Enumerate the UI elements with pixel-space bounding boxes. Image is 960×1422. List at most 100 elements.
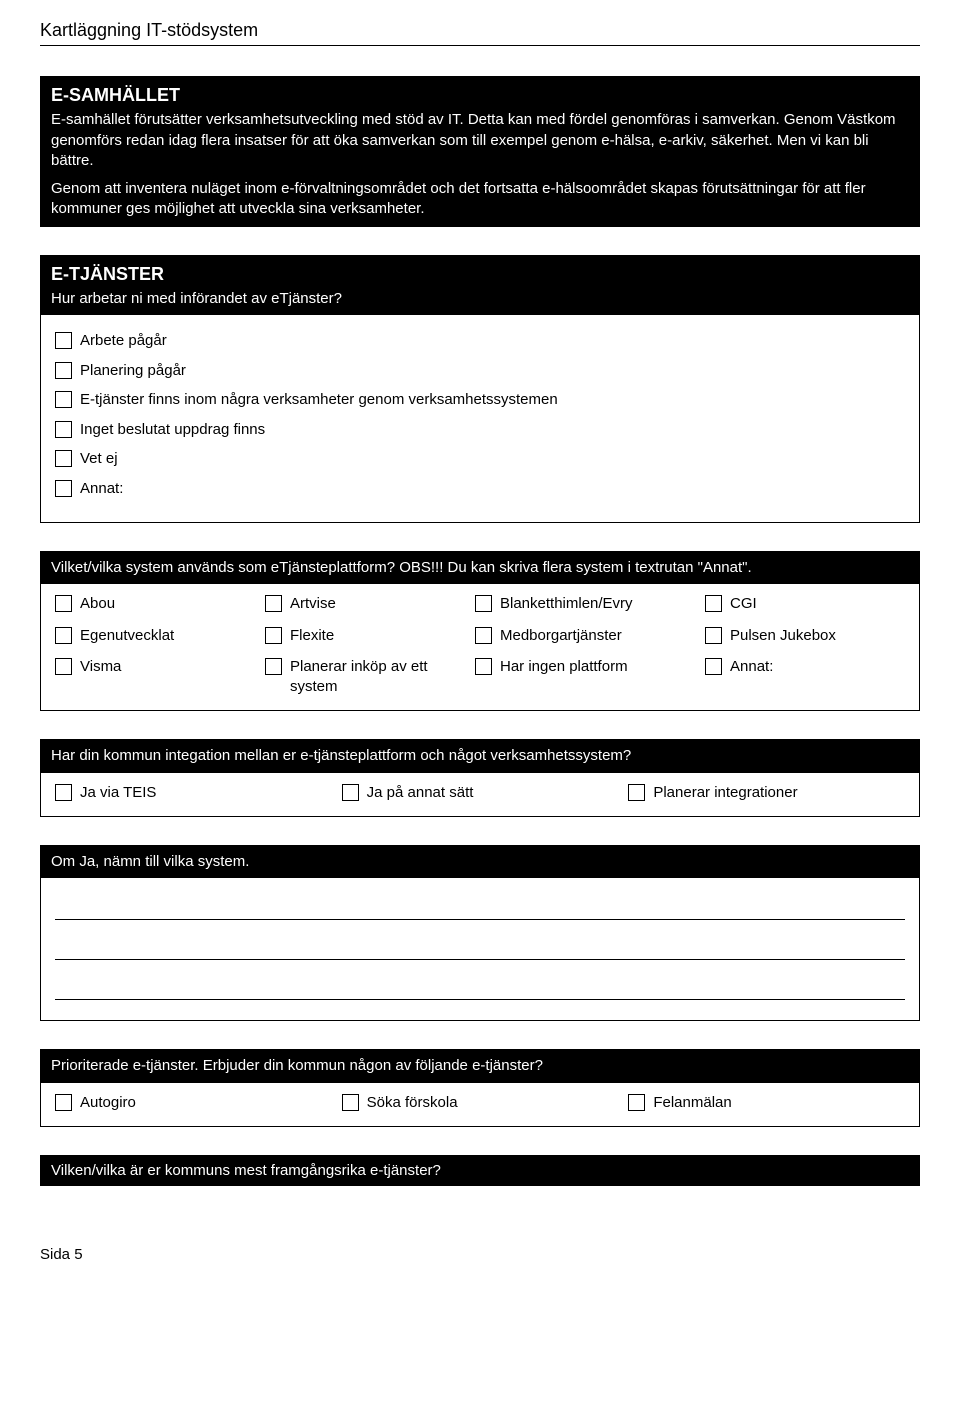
option-label: Ja via TEIS bbox=[80, 783, 156, 803]
text-line[interactable] bbox=[55, 932, 905, 960]
checkbox[interactable] bbox=[55, 784, 72, 801]
platform-question: Vilket/vilka system används som eTjänste… bbox=[41, 552, 919, 584]
omja-heading: Om Ja, nämn till vilka system. bbox=[41, 846, 919, 878]
checkbox[interactable] bbox=[705, 627, 722, 644]
option-label: Planering pågår bbox=[80, 361, 186, 381]
option-label: Har ingen plattform bbox=[500, 657, 628, 677]
platform-cell: Artvise bbox=[265, 594, 465, 614]
checkbox[interactable] bbox=[628, 1094, 645, 1111]
option-row: E-tjänster finns inom några verksamheter… bbox=[55, 390, 905, 410]
prioriterade-cell: Söka förskola bbox=[342, 1093, 619, 1113]
etjanster-band: E-TJÄNSTER Hur arbetar ni med införandet… bbox=[41, 256, 919, 316]
checkbox[interactable] bbox=[55, 332, 72, 349]
text-line[interactable] bbox=[55, 972, 905, 1000]
integration-cell: Ja via TEIS bbox=[55, 783, 332, 803]
etjanster-heading: E-TJÄNSTER bbox=[51, 262, 909, 286]
option-label: Artvise bbox=[290, 594, 336, 614]
option-label: Pulsen Jukebox bbox=[730, 626, 836, 646]
checkbox[interactable] bbox=[55, 480, 72, 497]
option-label: Planerar integrationer bbox=[653, 783, 797, 803]
checkbox[interactable] bbox=[475, 627, 492, 644]
prioriterade-cell: Felanmälan bbox=[628, 1093, 905, 1113]
checkbox[interactable] bbox=[342, 784, 359, 801]
checkbox[interactable] bbox=[342, 1094, 359, 1111]
option-row: Arbete pågår bbox=[55, 331, 905, 351]
option-row: Inget beslutat uppdrag finns bbox=[55, 420, 905, 440]
checkbox[interactable] bbox=[55, 362, 72, 379]
page: Kartläggning IT-stödsystem E-SAMHÄLLET E… bbox=[0, 0, 960, 1303]
doc-title: Kartläggning IT-stödsystem bbox=[40, 20, 920, 41]
option-row: Annat: bbox=[55, 479, 905, 499]
option-label: Inget beslutat uppdrag finns bbox=[80, 420, 265, 440]
page-footer: Sida 5 bbox=[40, 1246, 920, 1263]
prioriterade-cell: Autogiro bbox=[55, 1093, 332, 1113]
title-rule bbox=[40, 45, 920, 46]
section-etjanster: E-TJÄNSTER Hur arbetar ni med införandet… bbox=[40, 255, 920, 524]
option-label: E-tjänster finns inom några verksamheter… bbox=[80, 390, 558, 410]
section-prioriterade: Prioriterade e-tjänster. Erbjuder din ko… bbox=[40, 1049, 920, 1127]
checkbox[interactable] bbox=[265, 595, 282, 612]
integration-options: Ja via TEIS Ja på annat sätt Planerar in… bbox=[41, 773, 919, 817]
section-integration: Har din kommun integation mellan er e-tj… bbox=[40, 739, 920, 817]
option-row: Planering pågår bbox=[55, 361, 905, 381]
option-label: Visma bbox=[80, 657, 121, 677]
esamhallet-heading: E-SAMHÄLLET bbox=[51, 83, 909, 107]
platform-cell: Annat: bbox=[705, 657, 905, 677]
platform-options: Abou Artvise Blanketthimlen/Evry CGI Ege… bbox=[41, 584, 919, 710]
platform-cell: Visma bbox=[55, 657, 255, 677]
integration-cell: Planerar integrationer bbox=[628, 783, 905, 803]
checkbox[interactable] bbox=[55, 391, 72, 408]
platform-cell: Har ingen plattform bbox=[475, 657, 695, 677]
option-label: Vet ej bbox=[80, 449, 118, 469]
checkbox[interactable] bbox=[55, 595, 72, 612]
checkbox[interactable] bbox=[55, 658, 72, 675]
option-label: Autogiro bbox=[80, 1093, 136, 1113]
option-label: Planerar inköp av ett system bbox=[290, 657, 465, 696]
section-framgang: Vilken/vilka är er kommuns mest framgång… bbox=[40, 1155, 920, 1186]
section-platform: Vilket/vilka system används som eTjänste… bbox=[40, 551, 920, 711]
section-omja: Om Ja, nämn till vilka system. bbox=[40, 845, 920, 1021]
checkbox[interactable] bbox=[475, 658, 492, 675]
prioriterade-question: Prioriterade e-tjänster. Erbjuder din ko… bbox=[41, 1050, 919, 1082]
checkbox[interactable] bbox=[705, 595, 722, 612]
integration-cell: Ja på annat sätt bbox=[342, 783, 619, 803]
text-line[interactable] bbox=[55, 892, 905, 920]
section-esamhallet: E-SAMHÄLLET E-samhället förutsätter verk… bbox=[40, 76, 920, 227]
platform-cell: Planerar inköp av ett system bbox=[265, 657, 465, 696]
platform-cell: Pulsen Jukebox bbox=[705, 626, 905, 646]
checkbox[interactable] bbox=[705, 658, 722, 675]
option-label: Egenutvecklat bbox=[80, 626, 174, 646]
esamhallet-p1: E-samhället förutsätter verksamhetsutvec… bbox=[51, 110, 909, 171]
option-label: Felanmälan bbox=[653, 1093, 731, 1113]
esamhallet-band: E-SAMHÄLLET E-samhället förutsätter verk… bbox=[41, 77, 919, 226]
option-label: Medborgartjänster bbox=[500, 626, 622, 646]
integration-question: Har din kommun integation mellan er e-tj… bbox=[41, 740, 919, 772]
platform-cell: Abou bbox=[55, 594, 255, 614]
checkbox[interactable] bbox=[475, 595, 492, 612]
etjanster-question: Hur arbetar ni med införandet av eTjänst… bbox=[51, 289, 909, 309]
platform-cell: Egenutvecklat bbox=[55, 626, 255, 646]
option-label: Blanketthimlen/Evry bbox=[500, 594, 633, 614]
option-label: Annat: bbox=[80, 479, 123, 499]
checkbox[interactable] bbox=[55, 421, 72, 438]
platform-cell: Flexite bbox=[265, 626, 465, 646]
platform-cell: Blanketthimlen/Evry bbox=[475, 594, 695, 614]
checkbox[interactable] bbox=[265, 627, 282, 644]
checkbox[interactable] bbox=[265, 658, 282, 675]
option-label: Söka förskola bbox=[367, 1093, 458, 1113]
platform-cell: CGI bbox=[705, 594, 905, 614]
esamhallet-p2: Genom att inventera nuläget inom e-förva… bbox=[51, 179, 909, 220]
option-label: Annat: bbox=[730, 657, 773, 677]
checkbox[interactable] bbox=[55, 450, 72, 467]
etjanster-options: Arbete pågår Planering pågår E-tjänster … bbox=[41, 315, 919, 522]
option-label: Flexite bbox=[290, 626, 334, 646]
checkbox[interactable] bbox=[55, 627, 72, 644]
checkbox[interactable] bbox=[628, 784, 645, 801]
option-row: Vet ej bbox=[55, 449, 905, 469]
checkbox[interactable] bbox=[55, 1094, 72, 1111]
option-label: Arbete pågår bbox=[80, 331, 167, 351]
option-label: CGI bbox=[730, 594, 757, 614]
prioriterade-options: Autogiro Söka förskola Felanmälan bbox=[41, 1083, 919, 1127]
option-label: Ja på annat sätt bbox=[367, 783, 474, 803]
platform-cell: Medborgartjänster bbox=[475, 626, 695, 646]
